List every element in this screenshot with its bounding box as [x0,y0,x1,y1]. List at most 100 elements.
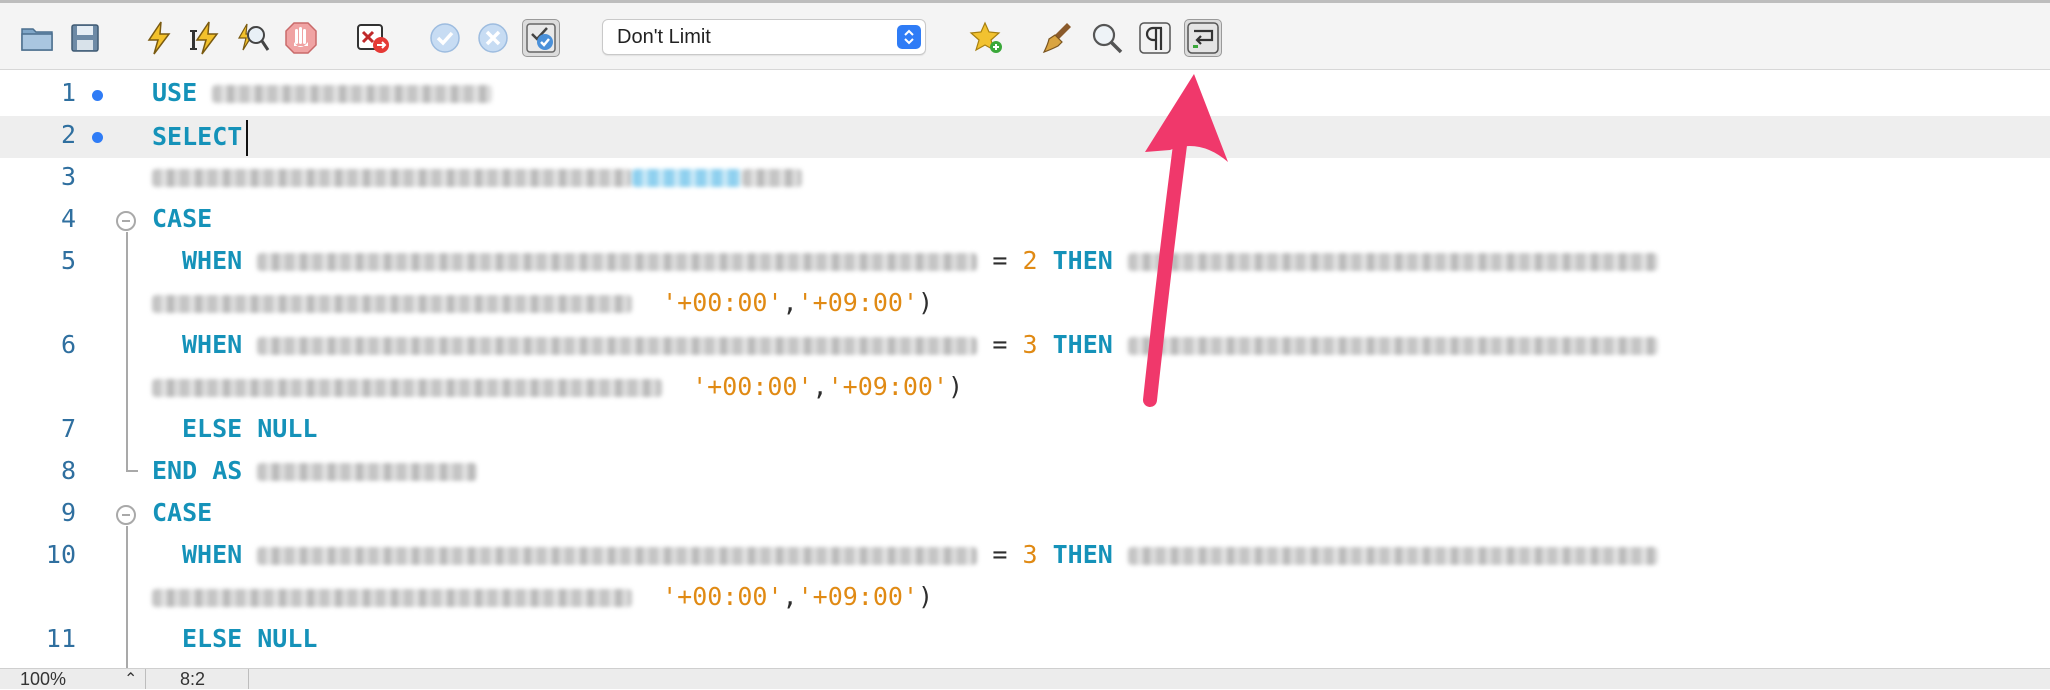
number-literal: 3 [1022,540,1038,569]
keyword: SELECT [152,122,243,151]
line-number: 3 [60,162,76,191]
fold-guide [126,526,128,668]
string-literal: '+00:00' [692,372,813,401]
redacted-text [632,169,742,187]
invisible-characters-icon[interactable] [1136,19,1174,57]
code-line: 6 WHEN = 3 THEN [0,326,2050,368]
code-line: 7 ELSE NULL [0,410,2050,452]
redacted-text [257,463,478,481]
redacted-text [212,85,493,103]
code-line: 10 WHEN = 3 THEN [0,536,2050,578]
find-icon[interactable] [1088,19,1126,57]
sql-editor-toolbar: Don't Limit [0,3,2050,70]
sql-editor[interactable]: 1 USE 2 SELECT 3 4 CASE 5 WHEN = 2 THEN … [0,70,2050,668]
explain-icon[interactable] [234,19,272,57]
code-text: CASE [152,498,212,527]
line-number: 8 [60,456,76,485]
operator: = [992,330,1008,359]
modified-marker [92,90,103,101]
punctuation: , [812,372,828,401]
limit-rows-select[interactable]: Don't Limit [602,19,926,55]
keyword: THEN [1052,330,1113,359]
redacted-text [1127,337,1658,355]
code-text: WHEN = 3 THEN [152,330,1658,359]
redacted-text [152,589,632,607]
toggle-continue-on-error-icon[interactable] [354,19,392,57]
status-bar: 100% ⌃ 8:2 [0,668,2050,689]
redacted-text [1127,253,1658,271]
fold-guide-end [126,470,138,472]
autocommit-icon[interactable] [522,19,560,57]
keyword: ELSE NULL [182,414,318,443]
limit-rows-value: Don't Limit [617,26,711,48]
add-snippet-icon[interactable] [968,19,1006,57]
text-caret [246,120,249,156]
line-number: 7 [60,414,76,443]
code-line: 11 ELSE NULL [0,620,2050,662]
open-folder-icon[interactable] [18,19,56,57]
rollback-icon[interactable] [474,19,512,57]
status-separator [248,669,249,689]
line-number: 1 [60,78,76,107]
keyword: CASE [152,498,213,527]
keyword: ELSE NULL [182,624,318,653]
execute-current-icon[interactable] [186,19,224,57]
keyword: END AS [152,456,243,485]
code-text: USE [152,78,493,107]
select-stepper-icon [897,25,921,49]
code-text: SELECT [152,120,249,156]
code-text: WHEN = 2 THEN [152,246,1658,275]
keyword: WHEN [182,540,243,569]
code-line: 5 WHEN = 2 THEN [0,242,2050,284]
line-number: 9 [60,498,76,527]
keyword: THEN [1052,246,1113,275]
code-line: 3 [0,158,2050,200]
keyword: USE [152,78,198,107]
line-number: 10 [45,540,76,569]
string-literal: '+09:00' [797,288,919,317]
punctuation: , [782,582,798,611]
code-line: 9 CASE [0,494,2050,536]
wrapped-code-line: '+00:00','+09:00') [0,368,2050,410]
string-literal: '+00:00' [662,582,783,611]
execute-all-icon[interactable] [140,19,178,57]
code-text [152,162,802,191]
punctuation: ) [918,582,934,611]
zoom-stepper-icon[interactable]: ⌃ [124,669,137,689]
operator: = [992,540,1008,569]
fold-guide [126,232,128,472]
beautify-icon[interactable] [1040,19,1078,57]
current-code-line: 2 SELECT [0,116,2050,158]
commit-icon[interactable] [426,19,464,57]
stop-icon[interactable] [282,19,320,57]
string-literal: '+09:00' [797,582,919,611]
string-literal: '+00:00' [662,288,783,317]
line-number: 4 [60,204,76,233]
status-separator [145,669,146,689]
line-number: 6 [60,330,76,359]
code-text: WHEN = 3 THEN [152,540,1658,569]
keyword: WHEN [182,330,243,359]
redacted-text [152,295,632,313]
punctuation: ) [948,372,964,401]
fold-toggle-icon[interactable] [116,505,136,525]
redacted-text [257,253,978,271]
wrapped-code-line: '+00:00','+09:00') [0,578,2050,620]
code-text: '+00:00','+09:00') [152,288,933,317]
code-text: ELSE NULL [152,414,317,443]
code-line: 8 END AS [0,452,2050,494]
fold-toggle-icon[interactable] [116,211,136,231]
line-number: 11 [45,624,76,653]
modified-marker [92,132,103,143]
line-number: 2 [60,120,76,149]
punctuation: ) [918,288,934,317]
redacted-text [742,169,802,187]
code-text: END AS [152,456,478,485]
save-icon[interactable] [66,19,104,57]
wrapped-code-line: '+00:00','+09:00') [0,284,2050,326]
code-line: 4 CASE [0,200,2050,242]
zoom-level[interactable]: 100% [20,669,66,690]
word-wrap-icon[interactable] [1184,19,1222,57]
code-text: CASE [152,204,212,233]
redacted-text [152,169,632,187]
